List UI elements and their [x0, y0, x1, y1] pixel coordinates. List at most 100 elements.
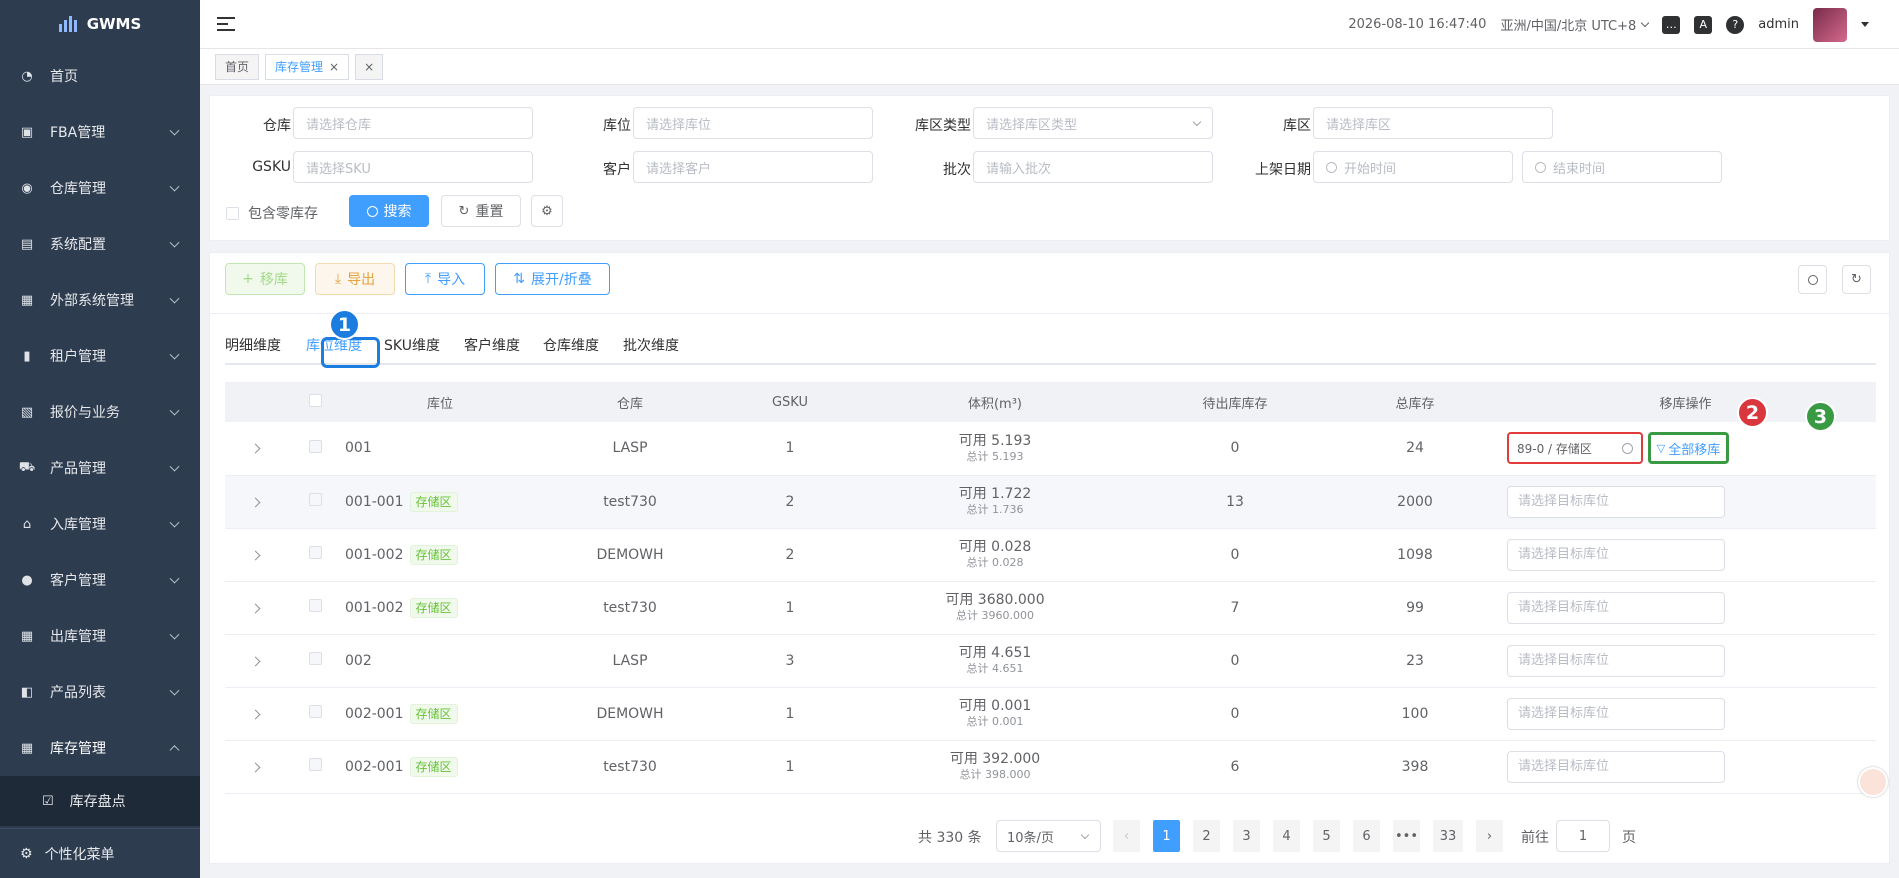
translate-icon[interactable]: A	[1694, 15, 1713, 34]
expand-row-toggle[interactable]	[225, 740, 285, 794]
app-logo[interactable]: GWMS	[0, 0, 200, 48]
select-all-checkbox[interactable]	[308, 393, 322, 407]
pending-cell: 0	[1135, 634, 1335, 688]
reset-button[interactable]: ↻ 重置	[441, 195, 521, 227]
caret-down-icon[interactable]	[1861, 22, 1869, 27]
page-33-button[interactable]: 33	[1433, 820, 1463, 852]
grid-icon: ▦	[20, 292, 34, 308]
row-select[interactable]	[285, 634, 345, 688]
tab-sku[interactable]: SKU维度	[384, 335, 440, 355]
sidebar-item-label: 报价与业务	[50, 405, 120, 421]
sidebar-item-external[interactable]: ▦ 外部系统管理	[0, 272, 200, 328]
expand-row-toggle[interactable]	[225, 634, 285, 688]
warehouse-select[interactable]: 请选择仓库	[293, 107, 533, 139]
tag-home[interactable]: 首页	[215, 53, 260, 80]
row-checkbox[interactable]	[308, 599, 322, 612]
sidebar-item-fba[interactable]: ▣ FBA管理	[0, 104, 200, 160]
tab-customer[interactable]: 客户维度	[464, 335, 520, 355]
page-size-select[interactable]: 10条/页	[996, 820, 1101, 852]
personalize-menu[interactable]: ⚙ 个性化菜单	[0, 828, 200, 878]
expand-row-toggle[interactable]	[225, 687, 285, 741]
tab-detail[interactable]: 明细维度	[225, 335, 281, 355]
tab-batch[interactable]: 批次维度	[623, 335, 679, 355]
row-checkbox[interactable]	[308, 705, 322, 718]
avatar[interactable]	[1813, 7, 1847, 42]
sidebar-item-quote[interactable]: ▧ 报价与业务	[0, 384, 200, 440]
zone-select[interactable]: 请选择库区	[1313, 107, 1553, 139]
target-location-select[interactable]: 请选择目标库位	[1507, 644, 1725, 677]
close-all-tags[interactable]: ×	[355, 53, 384, 80]
next-page-button[interactable]: ›	[1476, 820, 1503, 852]
assistant-avatar-icon[interactable]	[1858, 767, 1888, 797]
page-1-button[interactable]: 1	[1153, 820, 1180, 852]
target-location-select[interactable]: 请选择目标库位	[1507, 591, 1725, 624]
row-select[interactable]	[285, 687, 345, 741]
clear-icon[interactable]	[1622, 443, 1633, 454]
export-button[interactable]: ⤓ 导出	[315, 263, 395, 295]
sidebar-item-tenant[interactable]: ▮ 租户管理	[0, 328, 200, 384]
row-checkbox[interactable]	[308, 758, 322, 771]
target-location-select[interactable]: 89-0 / 存储区	[1507, 432, 1643, 464]
zone-type-select[interactable]: 请选择库区类型	[973, 107, 1213, 139]
row-checkbox[interactable]	[308, 493, 322, 506]
row-select[interactable]	[285, 740, 345, 794]
sidebar-item-inbound[interactable]: ⌂ 入库管理	[0, 496, 200, 552]
filter-settings-button[interactable]: ⚙	[531, 195, 563, 227]
sidebar-item-inventory[interactable]: ▦ 库存管理	[0, 720, 200, 776]
tag-inventory[interactable]: 库存管理 ×	[265, 53, 350, 80]
target-location-select[interactable]: 请选择目标库位	[1507, 538, 1725, 571]
expand-row-toggle[interactable]	[225, 528, 285, 582]
expand-row-toggle[interactable]	[225, 581, 285, 635]
message-icon[interactable]: …	[1662, 15, 1681, 34]
table-row: 002 LASP 3 可用 4.651 总计 4.651 0 23 请选择目标库位	[225, 634, 1876, 688]
import-button[interactable]: ⤒ 导入	[405, 263, 485, 295]
end-date-input[interactable]: 结束时间	[1522, 151, 1722, 183]
timezone-select[interactable]: 亚洲/中国/北京 UTC+8	[1500, 15, 1650, 34]
page-6-button[interactable]: 6	[1353, 820, 1380, 852]
location-select[interactable]: 请选择库位	[633, 107, 873, 139]
customer-select[interactable]: 请选择客户	[633, 151, 873, 183]
gsku-select[interactable]: 请选择SKU	[293, 151, 533, 183]
start-date-input[interactable]: 开始时间	[1313, 151, 1513, 183]
row-select[interactable]	[285, 528, 345, 582]
row-select[interactable]	[285, 422, 345, 476]
menu-toggle-icon[interactable]	[217, 17, 235, 31]
page-5-button[interactable]: 5	[1313, 820, 1340, 852]
page-4-button[interactable]: 4	[1273, 820, 1300, 852]
expand-row-toggle[interactable]	[225, 475, 285, 529]
row-checkbox[interactable]	[308, 439, 322, 453]
sidebar-item-warehouse[interactable]: ◉ 仓库管理	[0, 160, 200, 216]
target-location-select[interactable]: 请选择目标库位	[1507, 697, 1725, 730]
move-button[interactable]: + 移库	[225, 263, 305, 295]
sidebar-item-product-list[interactable]: ◧ 产品列表	[0, 664, 200, 720]
help-icon[interactable]: ?	[1726, 15, 1745, 34]
page-2-button[interactable]: 2	[1193, 820, 1220, 852]
prev-page-button[interactable]: ‹	[1113, 820, 1140, 852]
row-checkbox[interactable]	[308, 546, 322, 559]
target-location-select[interactable]: 请选择目标库位	[1507, 750, 1725, 783]
search-button[interactable]: 搜索	[349, 195, 429, 227]
sidebar-item-home[interactable]: ◔ 首页	[0, 48, 200, 104]
row-checkbox[interactable]	[308, 652, 322, 665]
toggle-search-button[interactable]	[1798, 265, 1827, 294]
refresh-button[interactable]: ↻	[1842, 265, 1871, 294]
zero-stock-checkbox[interactable]: 包含零库存	[226, 203, 318, 223]
sidebar-item-system[interactable]: ▤ 系统配置	[0, 216, 200, 272]
expand-collapse-button[interactable]: ⇅ 展开/折叠	[495, 263, 610, 295]
username[interactable]: admin	[1758, 17, 1799, 32]
sidebar-item-product[interactable]: ⛟ 产品管理	[0, 440, 200, 496]
sidebar-item-outbound[interactable]: ▦ 出库管理	[0, 608, 200, 664]
tab-warehouse[interactable]: 仓库维度	[543, 335, 599, 355]
batch-input[interactable]: 请输入批次	[973, 151, 1213, 183]
sidebar-item-customer[interactable]: ● 客户管理	[0, 552, 200, 608]
move-all-button[interactable]: ▽ 全部移库	[1648, 432, 1729, 464]
row-select[interactable]	[285, 581, 345, 635]
page-3-button[interactable]: 3	[1233, 820, 1260, 852]
close-icon[interactable]: ×	[329, 60, 339, 74]
row-select[interactable]	[285, 475, 345, 529]
target-location-select[interactable]: 请选择目标库位	[1507, 485, 1725, 518]
more-pages-button[interactable]: •••	[1393, 820, 1420, 852]
sidebar-subitem-stocktake[interactable]: ☑ 库存盘点	[0, 776, 200, 826]
expand-row-toggle[interactable]	[225, 422, 285, 476]
goto-page-input[interactable]: 1	[1556, 820, 1610, 852]
